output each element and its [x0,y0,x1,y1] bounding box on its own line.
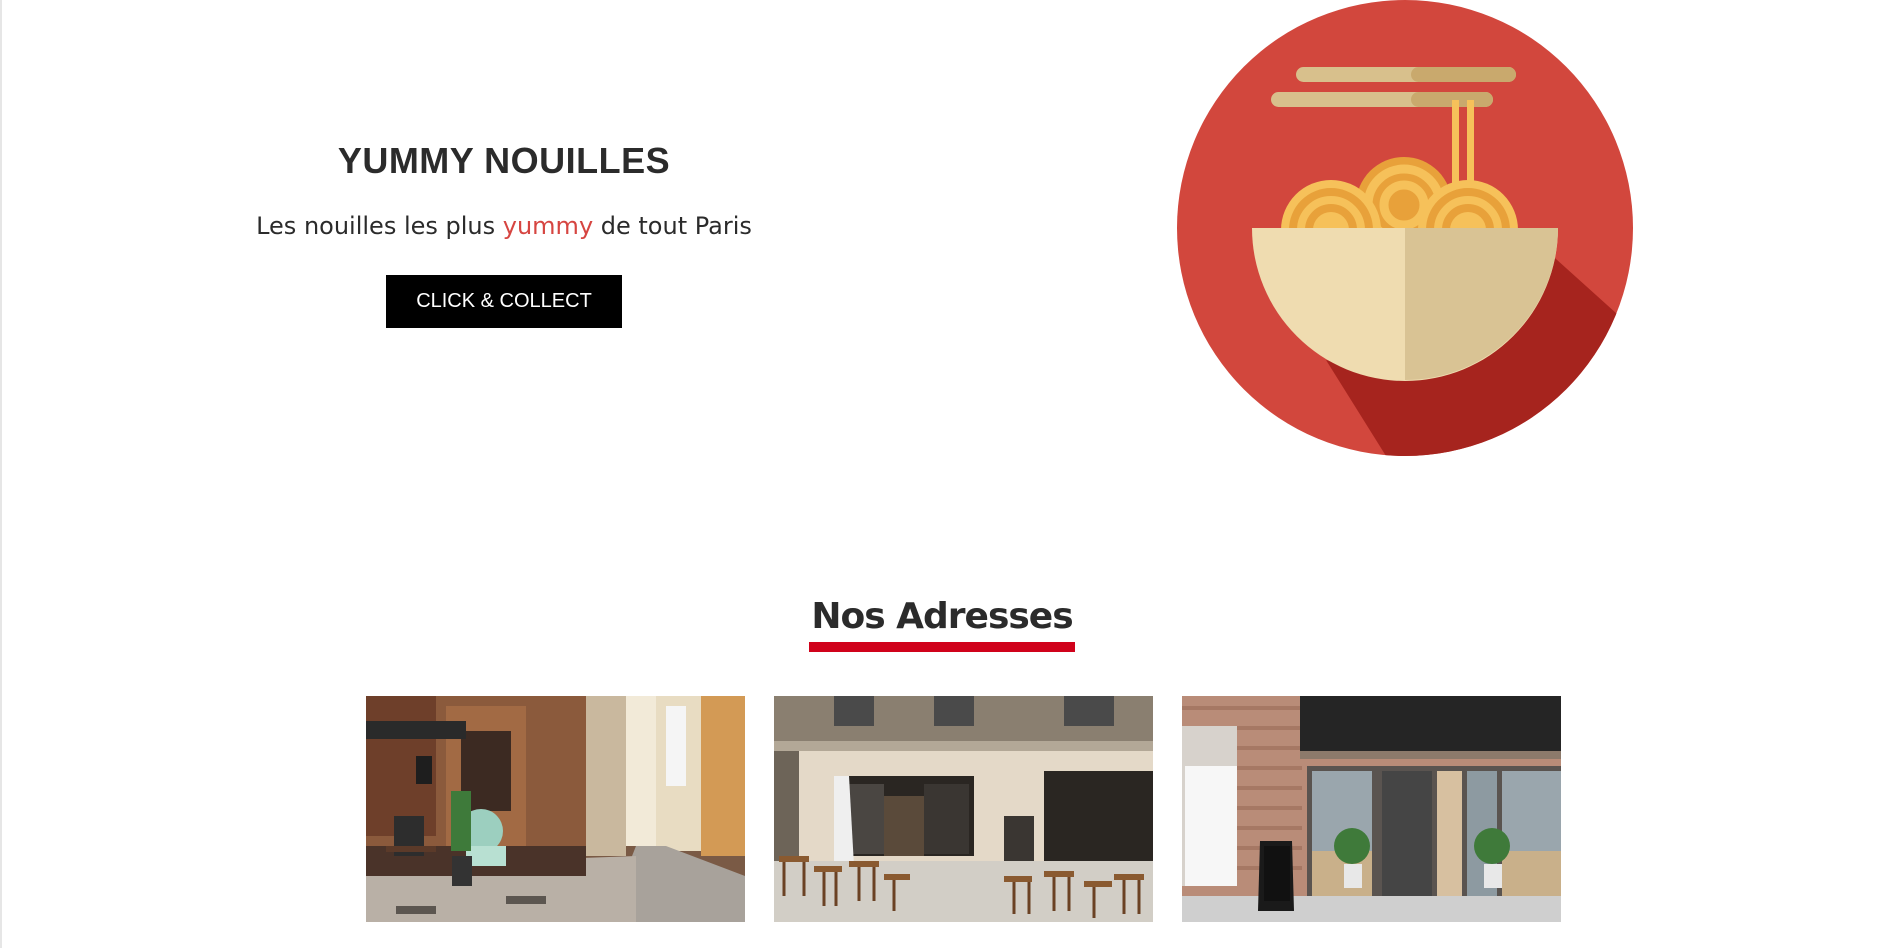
tagline-accent-word: yummy [502,212,594,240]
addresses-title: Nos Adresses [809,594,1075,652]
shopfront-photo-icon [1182,696,1561,922]
noodle-bowl-icon [1177,0,1633,456]
tagline-text-start: Les nouilles les plus [256,212,503,240]
hero-section: YUMMY NOUILLES Les nouilles les plus yum… [204,140,804,328]
hero-title: YUMMY NOUILLES [337,140,671,181]
tagline-text-end: de tout Paris [593,212,752,240]
street-cafe-photo-icon [366,696,745,922]
address-photo-shopfront[interactable] [1182,696,1561,922]
page-edge [0,0,2,948]
address-photo-terrace-restaurant[interactable] [774,696,1153,922]
noodle-bowl-logo [1176,0,1634,456]
terrace-restaurant-photo-icon [774,696,1153,922]
addresses-header: Nos Adresses [0,594,1884,652]
addresses-gallery [366,696,1561,922]
click-and-collect-button[interactable]: CLICK & COLLECT [386,275,622,328]
address-photo-street-cafe[interactable] [366,696,745,922]
hero-tagline: Les nouilles les plus yummy de tout Pari… [204,212,804,240]
